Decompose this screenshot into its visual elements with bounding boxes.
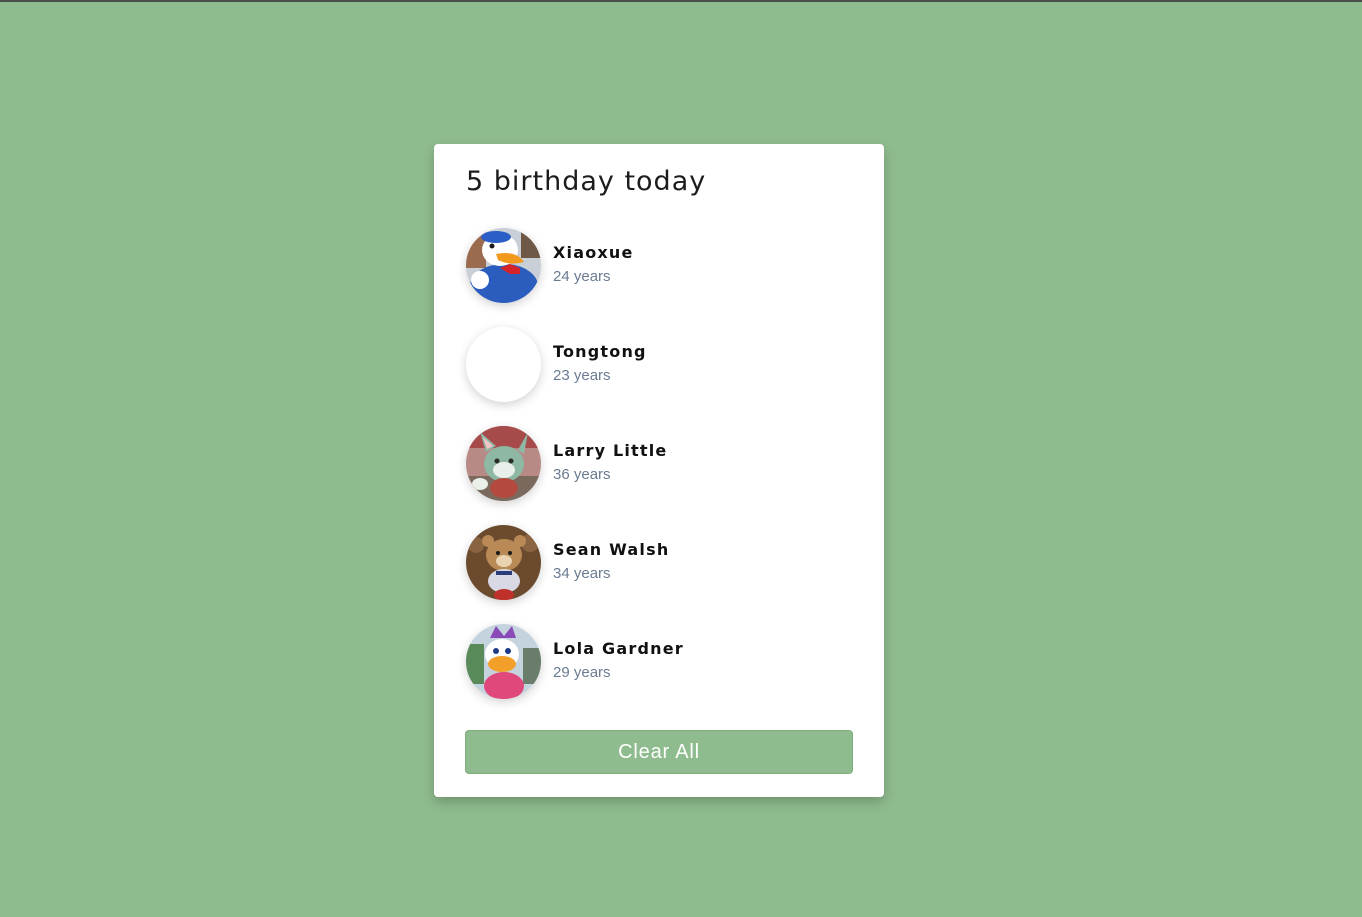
person-age: 24 years [553, 268, 611, 285]
person-item: Tongtong 23 years [466, 327, 846, 403]
person-item: Xiaoxue 24 years [466, 228, 846, 304]
window-top-border [0, 0, 1362, 2]
donald-duck-avatar [466, 228, 541, 303]
person-age: 36 years [553, 466, 611, 483]
person-name: Larry Little [553, 441, 668, 460]
card-title: 5 birthday today [466, 166, 707, 197]
gelatoni-cat-avatar [466, 426, 541, 501]
birthday-card: 5 birthday today Xiaoxue 24 years Tongto… [434, 144, 884, 797]
person-item: Lola Gardner 29 years [466, 624, 846, 700]
blank-avatar [466, 327, 541, 402]
clear-all-button[interactable]: Clear All [465, 730, 853, 774]
person-name: Sean Walsh [553, 540, 670, 559]
person-item: Sean Walsh 34 years [466, 525, 846, 601]
person-name: Tongtong [553, 342, 647, 361]
person-name: Lola Gardner [553, 639, 684, 658]
person-age: 23 years [553, 367, 611, 384]
daisy-duck-avatar [466, 624, 541, 699]
person-item: Larry Little 36 years [466, 426, 846, 502]
duffy-bear-avatar [466, 525, 541, 600]
person-age: 34 years [553, 565, 611, 582]
person-age: 29 years [553, 664, 611, 681]
person-name: Xiaoxue [553, 243, 634, 262]
